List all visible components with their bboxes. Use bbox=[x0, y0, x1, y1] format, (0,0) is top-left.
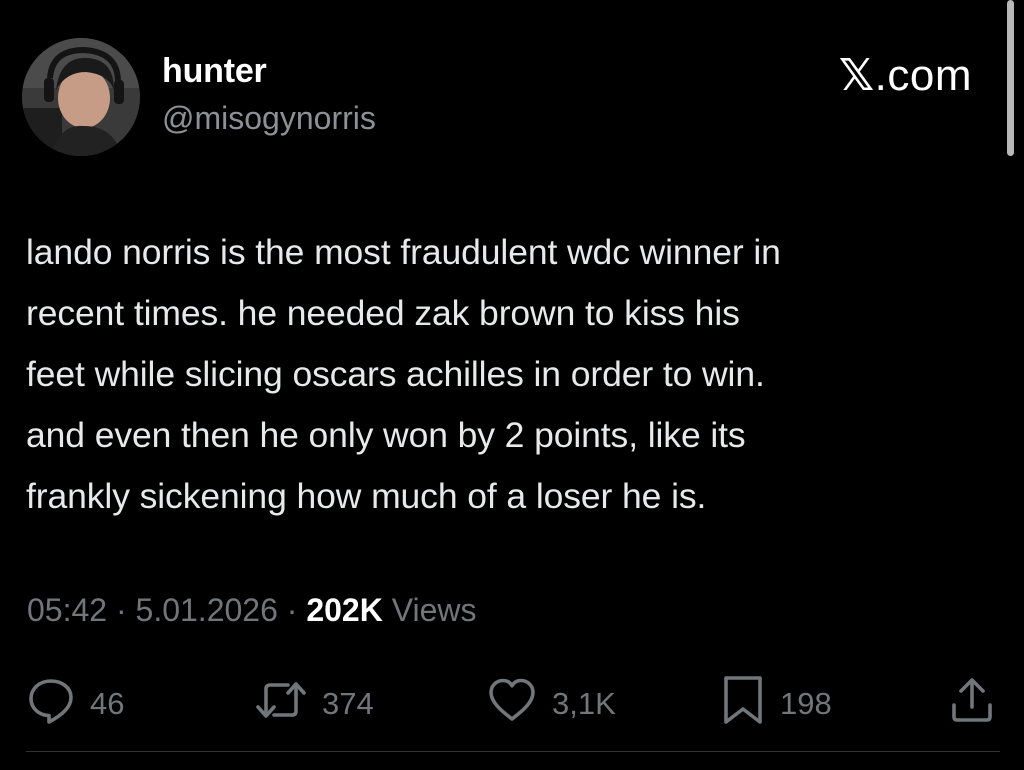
divider bbox=[26, 751, 1000, 752]
repost-icon bbox=[254, 675, 308, 733]
like-button[interactable]: 3,1K bbox=[486, 676, 616, 732]
meta-separator: · bbox=[115, 592, 127, 628]
tweet-meta: 05:42 · 5.01.2026 · 202K Views bbox=[27, 592, 476, 629]
tweet-time[interactable]: 05:42 bbox=[27, 592, 107, 628]
brand-domain: .com bbox=[874, 51, 972, 100]
bookmark-count: 198 bbox=[780, 686, 832, 721]
tweet-text: lando norris is the most fraudulent wdc … bbox=[26, 232, 781, 516]
brand-logo: 𝕏.com bbox=[839, 50, 972, 101]
display-name[interactable]: hunter bbox=[162, 52, 267, 91]
reply-icon bbox=[26, 675, 76, 733]
user-handle[interactable]: @misogynorris bbox=[162, 100, 376, 137]
repost-button[interactable]: 374 bbox=[254, 676, 374, 732]
like-icon bbox=[486, 675, 538, 733]
bookmark-icon bbox=[720, 674, 766, 734]
avatar[interactable] bbox=[22, 38, 140, 156]
share-icon bbox=[947, 675, 997, 733]
bookmark-button[interactable]: 198 bbox=[720, 676, 832, 732]
tweet-card: hunter @misogynorris 𝕏.com lando norris … bbox=[0, 0, 1024, 770]
views-count: 202K bbox=[306, 592, 383, 628]
tweet-date[interactable]: 5.01.2026 bbox=[136, 592, 278, 628]
share-button[interactable] bbox=[947, 676, 997, 732]
repost-count: 374 bbox=[322, 686, 374, 721]
reply-button[interactable]: 46 bbox=[26, 676, 124, 732]
avatar-photo bbox=[22, 38, 140, 156]
action-bar: 46 374 3,1K 198 bbox=[0, 676, 1024, 732]
reply-count: 46 bbox=[90, 686, 125, 721]
views-label: Views bbox=[391, 592, 477, 628]
scrollbar[interactable] bbox=[1007, 0, 1014, 156]
x-logo-icon: 𝕏 bbox=[838, 50, 875, 101]
like-count: 3,1K bbox=[552, 686, 616, 721]
meta-separator: · bbox=[286, 592, 298, 628]
